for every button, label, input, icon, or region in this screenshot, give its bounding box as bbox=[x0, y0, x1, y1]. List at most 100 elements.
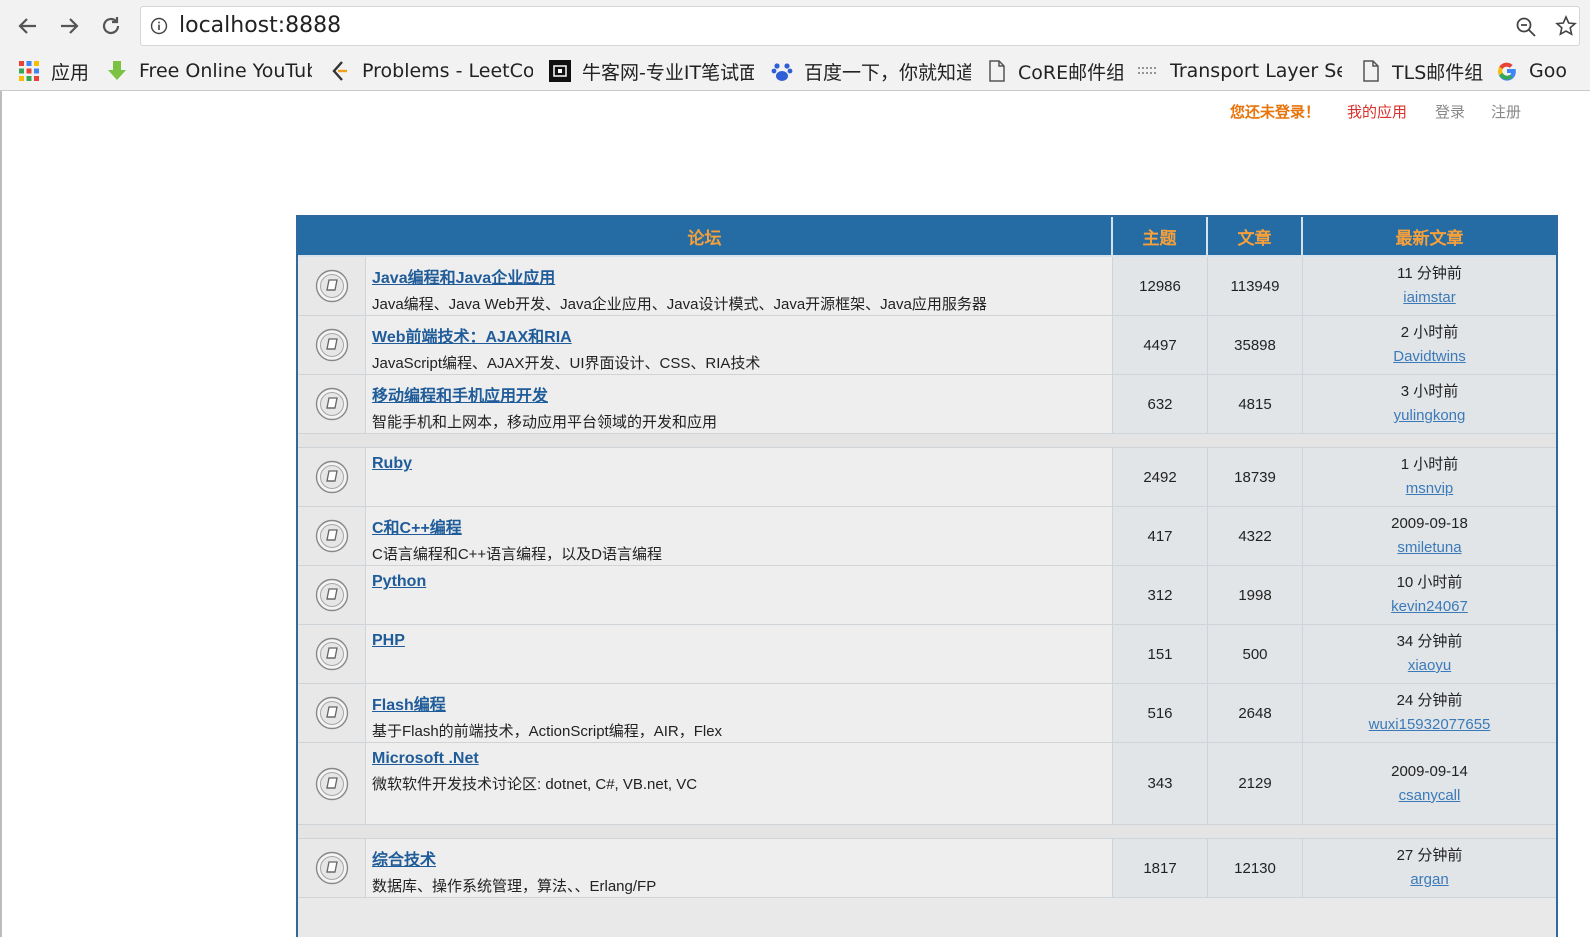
reload-button[interactable] bbox=[94, 9, 128, 43]
latest-post-user-link[interactable]: msnvip bbox=[1406, 480, 1454, 497]
page-icon bbox=[1359, 60, 1381, 82]
forum-title-link[interactable]: Flash编程 bbox=[372, 691, 1112, 715]
latest-post-cell: 27 分钟前 argan bbox=[1303, 839, 1556, 898]
forum-folder-icon bbox=[315, 578, 349, 612]
bookmark-core-mail[interactable]: CoRE邮件组 bbox=[985, 52, 1123, 90]
table-row: Ruby 2492 18739 1 小时前 msnvip bbox=[298, 448, 1556, 507]
forum-header: 论坛 bbox=[298, 217, 1113, 257]
bookmark-apps[interactable]: 应用 bbox=[18, 52, 102, 90]
bookmark-label: Goo bbox=[1529, 60, 1567, 82]
table-header-row: 论坛 主题 文章 最新文章 bbox=[298, 217, 1556, 257]
forum-icon-cell bbox=[298, 375, 366, 434]
latest-post-time: 11 分钟前 bbox=[1397, 265, 1462, 282]
forum-title-link[interactable]: Web前端技术：AJAX和RIA bbox=[372, 323, 1112, 347]
latest-post-time: 3 小时前 bbox=[1400, 383, 1459, 400]
table-row: Java编程和Java企业应用 Java编程、Java Web开发、Java企业应… bbox=[298, 257, 1556, 316]
table-row: C和C++编程 C语言编程和C++语言编程，以及D语言编程 417 4322 2009-… bbox=[298, 507, 1556, 566]
bookmark-youtube-download[interactable]: Free Online YouTub bbox=[106, 52, 312, 90]
bookmark-baidu[interactable]: 百度一下，你就知道 bbox=[771, 52, 971, 90]
forum-title-link[interactable]: C和C++编程 bbox=[372, 514, 1112, 538]
latest-post-cell: 10 小时前 kevin24067 bbox=[1303, 566, 1556, 625]
bookmark-google[interactable]: Goo bbox=[1496, 52, 1590, 90]
forum-icon-cell bbox=[298, 839, 366, 898]
back-button[interactable] bbox=[11, 9, 45, 43]
bookmark-label: 百度一下，你就知道 bbox=[804, 61, 971, 84]
topics-count: 343 bbox=[1113, 743, 1208, 825]
latest-post-cell: 2009-09-18 smiletuna bbox=[1303, 507, 1556, 566]
posts-header: 文章 bbox=[1208, 217, 1303, 257]
bookmark-label: Free Online YouTub bbox=[139, 60, 312, 82]
latest-post-time: 27 分钟前 bbox=[1396, 847, 1463, 864]
forum-folder-icon bbox=[315, 519, 349, 553]
bookmark-star-icon[interactable] bbox=[1555, 15, 1577, 37]
bookmark-leetcode[interactable]: Problems - LeetCod bbox=[329, 52, 533, 90]
latest-post-user-link[interactable]: wuxi15932077655 bbox=[1369, 716, 1491, 733]
latest-post-header: 最新文章 bbox=[1303, 217, 1556, 257]
group-separator bbox=[298, 825, 1556, 839]
leetcode-icon bbox=[329, 60, 351, 82]
forum-title-link[interactable]: Python bbox=[372, 573, 1112, 591]
reload-icon bbox=[102, 17, 120, 35]
forum-info-cell: Flash编程基于Flash的前端技术，ActionScript编程，AIR，F… bbox=[366, 684, 1113, 743]
topics-count: 12986 bbox=[1113, 257, 1208, 316]
latest-post-user-link[interactable]: iaimstar bbox=[1403, 289, 1456, 306]
bookmark-tls[interactable]: Transport Layer Sec bbox=[1137, 52, 1342, 90]
table-row: Microsoft .Net 微软软件开发技术讨论区: dotnet, C#, V… bbox=[298, 743, 1556, 825]
forum-folder-icon bbox=[315, 851, 349, 885]
posts-count: 2129 bbox=[1208, 743, 1303, 825]
bookmark-tls-mail[interactable]: TLS邮件组 bbox=[1359, 52, 1483, 90]
forum-folder-icon bbox=[315, 637, 349, 671]
forum-folder-icon bbox=[315, 696, 349, 730]
forum-title-link[interactable]: Ruby bbox=[372, 455, 1112, 473]
page-left-border bbox=[0, 91, 2, 937]
topics-count: 151 bbox=[1113, 625, 1208, 684]
table-row: Web前端技术：AJAX和RIA JavaScript编程、AJAX开发、UI界面… bbox=[298, 316, 1556, 375]
posts-count: 1998 bbox=[1208, 566, 1303, 625]
zoom-icon[interactable] bbox=[1515, 16, 1537, 38]
forum-title-link[interactable]: PHP bbox=[372, 632, 1112, 650]
forum-icon-cell bbox=[298, 507, 366, 566]
register-link[interactable]: 注册 bbox=[1491, 101, 1521, 122]
latest-post-time: 34 分钟前 bbox=[1396, 633, 1463, 650]
posts-count: 35898 bbox=[1208, 316, 1303, 375]
topics-count: 2492 bbox=[1113, 448, 1208, 507]
bookmark-label: Transport Layer Sec bbox=[1170, 60, 1342, 82]
latest-post-user-link[interactable]: Davidtwins bbox=[1393, 348, 1466, 365]
forum-folder-icon bbox=[315, 387, 349, 421]
latest-post-cell: 2009-09-14 csanycall bbox=[1303, 743, 1556, 825]
forum-title-link[interactable]: Java编程和Java企业应用 bbox=[372, 264, 1112, 288]
info-icon[interactable] bbox=[150, 17, 168, 35]
latest-post-user-link[interactable]: yulingkong bbox=[1394, 407, 1466, 424]
google-g-icon bbox=[1496, 60, 1518, 82]
latest-post-user-link[interactable]: csanycall bbox=[1399, 787, 1461, 804]
forward-button[interactable] bbox=[52, 9, 86, 43]
bookmark-label: Problems - LeetCod bbox=[362, 60, 533, 82]
login-link[interactable]: 登录 bbox=[1435, 101, 1465, 122]
latest-post-user-link[interactable]: kevin24067 bbox=[1391, 598, 1468, 615]
group-separator bbox=[298, 434, 1556, 448]
latest-post-cell: 2 小时前 Davidtwins bbox=[1303, 316, 1556, 375]
url-text[interactable]: localhost:8888 bbox=[179, 7, 341, 45]
latest-post-cell: 1 小时前 msnvip bbox=[1303, 448, 1556, 507]
forum-title-link[interactable]: 综合技术 bbox=[372, 846, 1112, 870]
bookmark-label: 应用 bbox=[51, 61, 90, 84]
bookmark-nowcoder[interactable]: 牛客网-专业IT笔试面 bbox=[549, 52, 754, 90]
address-bar[interactable]: localhost:8888 bbox=[140, 6, 1580, 46]
forum-icon-cell bbox=[298, 743, 366, 825]
browser-toolbar: localhost:8888 bbox=[0, 0, 1590, 52]
forum-icon-cell bbox=[298, 257, 366, 316]
my-apps-link[interactable]: 我的应用 bbox=[1347, 101, 1407, 122]
forum-title-link[interactable]: Microsoft .Net bbox=[372, 750, 1112, 768]
topics-count: 417 bbox=[1113, 507, 1208, 566]
forum-body: Java编程和Java企业应用 Java编程、Java Web开发、Java企业应… bbox=[298, 257, 1556, 898]
login-status-text: 您还未登录！ bbox=[1230, 104, 1321, 121]
bookmark-label: TLS邮件组 bbox=[1392, 61, 1483, 84]
latest-post-user-link[interactable]: xiaoyu bbox=[1408, 657, 1451, 674]
latest-post-user-link[interactable]: argan bbox=[1410, 871, 1448, 888]
latest-post-user-link[interactable]: smiletuna bbox=[1397, 539, 1461, 556]
forum-description: 基于Flash的前端技术，ActionScript编程，AIR，Flex bbox=[372, 723, 723, 740]
user-bar: 您还未登录！ 我的应用 登录 注册 bbox=[1230, 101, 1550, 123]
forum-icon-cell bbox=[298, 448, 366, 507]
forum-title-link[interactable]: 移动编程和手机应用开发 bbox=[372, 382, 1112, 406]
forum-info-cell: C和C++编程 C语言编程和C++语言编程，以及D语言编程 bbox=[366, 507, 1113, 566]
